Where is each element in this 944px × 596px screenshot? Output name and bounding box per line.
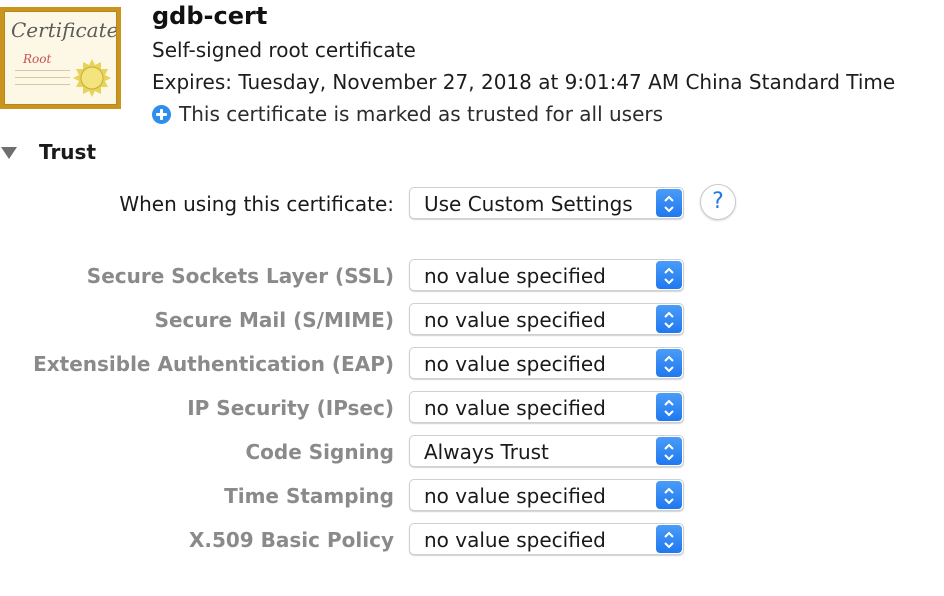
trust-status-text: This certificate is marked as trusted fo… <box>179 102 664 126</box>
policy-value: no value specified <box>424 264 606 288</box>
plus-circle-icon <box>152 104 171 124</box>
policy-popup-x509[interactable]: no value specified <box>409 523 684 555</box>
policy-value: Always Trust <box>424 440 549 464</box>
seal-icon <box>73 59 111 97</box>
popup-chevrons-icon <box>656 261 682 289</box>
policy-label-ssl: Secure Sockets Layer (SSL) <box>86 264 394 288</box>
policy-value: no value specified <box>424 352 606 376</box>
when-using-label: When using this certificate: <box>119 192 394 216</box>
certificate-icon: Certificate Root <box>0 7 121 109</box>
policy-label-time-stamping: Time Stamping <box>224 484 394 508</box>
popup-chevrons-icon <box>656 349 682 377</box>
trust-section-title: Trust <box>39 140 97 164</box>
certificate-type: Self-signed root certificate <box>152 38 416 62</box>
popup-chevrons-icon <box>656 481 682 509</box>
policy-value: no value specified <box>424 484 606 508</box>
policy-popup-ipsec[interactable]: no value specified <box>409 391 684 423</box>
policy-popup-ssl[interactable]: no value specified <box>409 259 684 291</box>
certificate-icon-paper: Certificate Root <box>4 11 117 105</box>
policy-label-ipsec: IP Security (IPsec) <box>187 396 394 420</box>
policy-label-x509: X.509 Basic Policy <box>188 528 394 552</box>
policy-label-code-signing: Code Signing <box>245 440 395 464</box>
policy-popup-code-signing[interactable]: Always Trust <box>409 435 684 467</box>
popup-chevrons-icon <box>656 393 682 421</box>
policy-value: no value specified <box>424 396 606 420</box>
policy-label-eap: Extensible Authentication (EAP) <box>33 352 394 376</box>
policy-popup-time-stamping[interactable]: no value specified <box>409 479 684 511</box>
certificate-icon-text: Certificate <box>11 18 117 42</box>
popup-chevrons-icon <box>656 437 682 465</box>
popup-chevrons-icon <box>656 525 682 553</box>
policy-value: no value specified <box>424 308 606 332</box>
popup-chevrons-icon <box>656 305 682 333</box>
policy-popup-smime[interactable]: no value specified <box>409 303 684 335</box>
trust-status: This certificate is marked as trusted fo… <box>152 102 663 126</box>
policy-value: no value specified <box>424 528 606 552</box>
help-button[interactable]: ? <box>700 184 736 220</box>
disclosure-triangle-icon[interactable] <box>1 147 17 159</box>
popup-chevrons-icon <box>656 189 682 217</box>
when-using-popup[interactable]: Use Custom Settings <box>409 187 684 219</box>
when-using-value: Use Custom Settings <box>424 192 633 216</box>
certificate-icon-subtext: Root <box>23 52 52 66</box>
policy-label-smime: Secure Mail (S/MIME) <box>154 308 394 332</box>
help-icon: ? <box>712 189 724 214</box>
certificate-expiry: Expires: Tuesday, November 27, 2018 at 9… <box>152 70 896 94</box>
policy-popup-eap[interactable]: no value specified <box>409 347 684 379</box>
certificate-name: gdb-cert <box>152 2 268 30</box>
